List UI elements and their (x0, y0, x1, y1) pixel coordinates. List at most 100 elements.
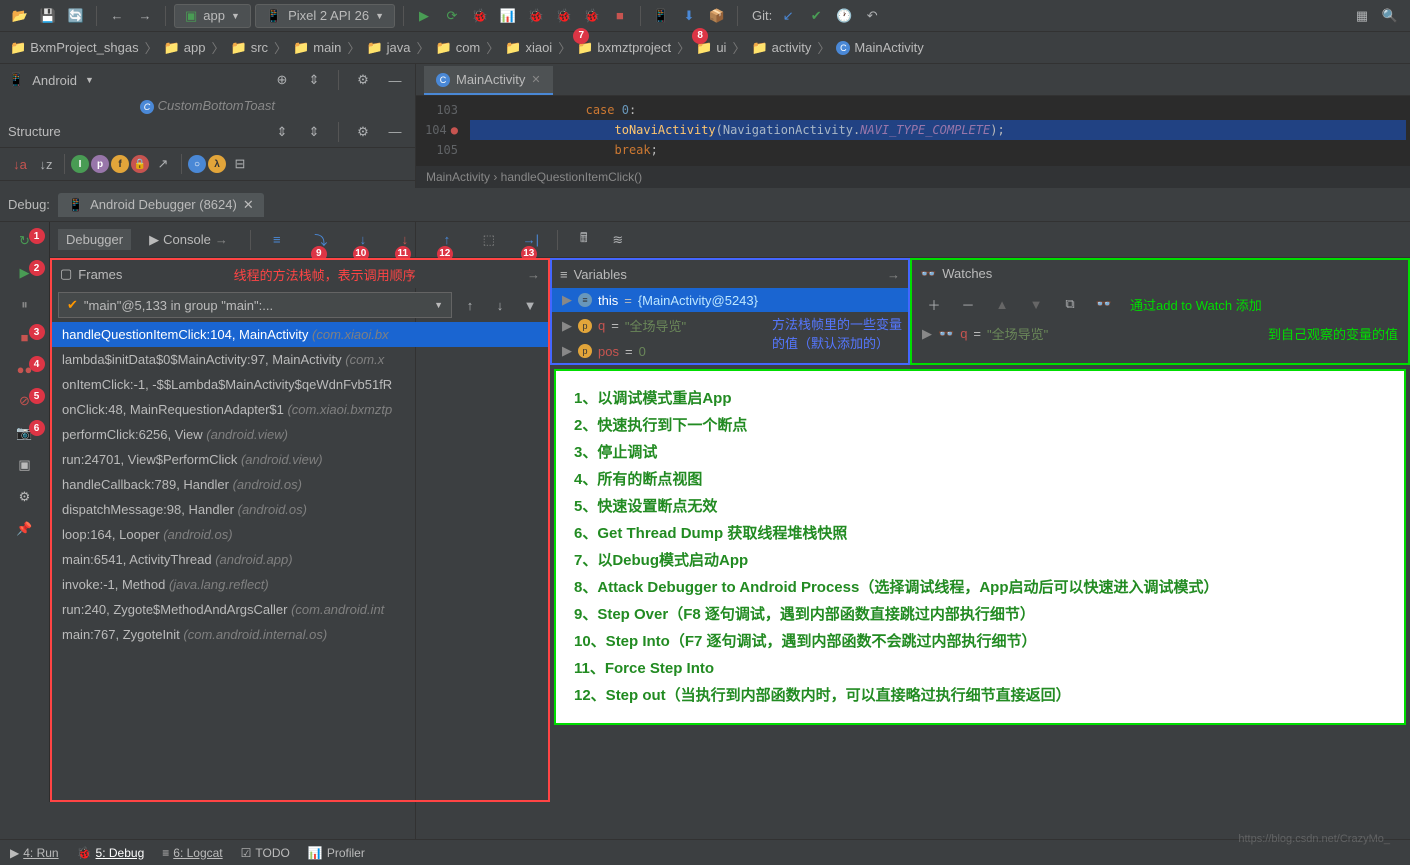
custom-toast-item[interactable]: C CustomBottomToast (0, 96, 415, 116)
lock-icon[interactable]: 🔒 (131, 155, 149, 173)
remove-watch-icon[interactable]: － (956, 292, 980, 316)
variable-row[interactable]: ▶≡this = {MainActivity@5243} (552, 288, 908, 312)
coverage-icon[interactable]: 🐞 (524, 4, 548, 28)
trace-icon[interactable]: ≋ (606, 228, 630, 252)
mute-breakpoints-icon[interactable]: ⊘5 (11, 390, 39, 412)
run-icon[interactable]: ▶ (412, 4, 436, 28)
up-watch-icon[interactable]: ▲ (990, 292, 1014, 316)
expand2-icon[interactable]: ⇕ (302, 120, 326, 144)
stop-debug-icon[interactable]: ■3 (11, 326, 39, 348)
close-icon[interactable]: ✕ (531, 73, 540, 86)
rerun-icon[interactable]: ↻1 (11, 230, 39, 252)
show-exec-icon[interactable]: ≡ (265, 228, 289, 252)
device-dropdown[interactable]: 📱 Pixel 2 API 26 ▼ (255, 4, 395, 28)
apply-changes-icon[interactable]: ⟳ (440, 4, 464, 28)
debug-session-tab[interactable]: 📱 Android Debugger (8624) ✕ (58, 193, 264, 217)
frame-item[interactable]: onItemClick:-1, -$$Lambda$MainActivity$q… (52, 372, 548, 397)
settings-icon[interactable]: ⚙ (11, 486, 39, 508)
force-step-into-icon[interactable]: ↓11 (393, 228, 417, 252)
sdk-icon[interactable]: ⬇ (677, 4, 701, 28)
sync-icon[interactable]: 🔄 (64, 4, 88, 28)
copy-watch-icon[interactable]: ⧉ (1058, 292, 1082, 316)
git-update-icon[interactable]: ↙ (776, 4, 800, 28)
frame-item[interactable]: performClick:6256, View (android.view) (52, 422, 548, 447)
run-config-dropdown[interactable]: ▣ app ▼ (174, 4, 251, 28)
down-watch-icon[interactable]: ▼ (1024, 292, 1048, 316)
frame-item[interactable]: onClick:48, MainRequestionAdapter$1 (com… (52, 397, 548, 422)
anon-icon[interactable]: ⊟ (228, 152, 252, 176)
property-icon[interactable]: p (91, 155, 109, 173)
pause-icon[interactable]: ⏸ (11, 294, 39, 316)
run-tab[interactable]: ▶ 4: Run (10, 846, 59, 860)
hide-icon[interactable]: — (383, 120, 407, 144)
frame-item[interactable]: handleCallback:789, Handler (android.os) (52, 472, 548, 497)
back-icon[interactable]: ← (105, 4, 129, 28)
target-icon[interactable]: ⊕ (270, 68, 294, 92)
crumb-main[interactable]: 📁main (293, 40, 341, 56)
interface-icon[interactable]: I (71, 155, 89, 173)
open-icon[interactable]: 📂 (8, 4, 32, 28)
drop-frame-icon[interactable]: ⬚ (477, 228, 501, 252)
glasses2-icon[interactable]: 👓 (1092, 292, 1116, 316)
tab-mainactivity[interactable]: C MainActivity ✕ (424, 66, 553, 95)
run-to-cursor-icon[interactable]: →|13 (519, 228, 543, 252)
debug-tab[interactable]: 🐞 5: Debug (77, 846, 145, 860)
evaluate-icon[interactable]: 🖩 (572, 228, 596, 252)
circle-icon[interactable]: ○ (188, 155, 206, 173)
git-revert-icon[interactable]: ↶ (860, 4, 884, 28)
step-over-icon[interactable]: ⤵9 (309, 228, 333, 252)
crumb-bxmzt[interactable]: 📁bxmztproject7 (577, 40, 671, 56)
crumb-class[interactable]: CMainActivity (836, 40, 923, 55)
pin-icon[interactable]: 📌 (11, 518, 39, 540)
crumb-project[interactable]: 📁BxmProject_shgas (10, 40, 139, 56)
prev-frame-icon[interactable]: ↑ (458, 293, 482, 317)
stop-icon[interactable]: ■ (608, 4, 632, 28)
sort-alpha-icon[interactable]: ↓a (8, 152, 32, 176)
structure-icon[interactable]: ▦ (1350, 4, 1374, 28)
crumb-src[interactable]: 📁src (231, 40, 269, 56)
crumb-xiaoi[interactable]: 📁xiaoi (505, 40, 552, 56)
code-breadcrumb[interactable]: MainActivity › handleQuestionItemClick() (416, 166, 1410, 188)
gear-icon[interactable]: ⚙ (351, 68, 375, 92)
step-into-icon[interactable]: ↓10 (351, 228, 375, 252)
frame-item[interactable]: loop:164, Looper (android.os) (52, 522, 548, 547)
frame-item[interactable]: handleQuestionItemClick:104, MainActivit… (52, 322, 548, 347)
save-icon[interactable]: 💾 (36, 4, 60, 28)
forward-icon[interactable]: → (133, 4, 157, 28)
console-tab[interactable]: ▶ Console → (141, 229, 236, 251)
inherited-icon[interactable]: ↗ (151, 152, 175, 176)
filter-icon[interactable]: ▼ (518, 293, 542, 317)
avd-icon[interactable]: 📱 (649, 4, 673, 28)
field-icon[interactable]: f (111, 155, 129, 173)
todo-tab[interactable]: ☑ TODO (241, 846, 290, 860)
search-icon[interactable]: 🔍 (1378, 4, 1402, 28)
thread-dump-icon[interactable]: 📷6 (11, 422, 39, 444)
debugger-tab[interactable]: Debugger (58, 229, 131, 250)
frame-item[interactable]: run:240, Zygote$MethodAndArgsCaller (com… (52, 597, 548, 622)
crumb-ui[interactable]: 📁ui8 (696, 40, 726, 56)
profile-icon[interactable]: 📊 (496, 4, 520, 28)
logcat-tab[interactable]: ≡ 6: Logcat (162, 846, 222, 860)
add-watch-icon[interactable]: ＋ (922, 292, 946, 316)
close-icon[interactable]: ✕ (243, 197, 254, 213)
resume-icon[interactable]: ▶2 (11, 262, 39, 284)
resource-icon[interactable]: 📦 (705, 4, 729, 28)
frame-item[interactable]: run:24701, View$PerformClick (android.vi… (52, 447, 548, 472)
crumb-java[interactable]: 📁java (366, 40, 410, 56)
thread-selector[interactable]: ✔ "main"@5,133 in group "main":... ▼ (58, 292, 452, 318)
crumb-activity[interactable]: 📁activity (751, 40, 811, 56)
attach-icon[interactable]: 🐞 (552, 4, 576, 28)
frame-item[interactable]: dispatchMessage:98, Handler (android.os) (52, 497, 548, 522)
git-history-icon[interactable]: 🕐 (832, 4, 856, 28)
attach-debugger-icon[interactable]: 🐞 (580, 4, 604, 28)
code-content[interactable]: case 0: toNaviActivity(NavigationActivit… (466, 96, 1410, 166)
collapse-icon[interactable]: ⇕ (270, 120, 294, 144)
crumb-com[interactable]: 📁com (436, 40, 481, 56)
debug-icon[interactable]: 🐞 (468, 4, 492, 28)
sort-visibility-icon[interactable]: ↓z (34, 152, 58, 176)
watch-row[interactable]: ▶ 👓 q = "全场导览" 到自己观察的变量的值 (912, 320, 1408, 347)
expand-icon[interactable]: ⇕ (302, 68, 326, 92)
git-commit-icon[interactable]: ✔ (804, 4, 828, 28)
next-frame-icon[interactable]: ↓ (488, 293, 512, 317)
profiler-tab[interactable]: 📊 Profiler (308, 846, 365, 860)
